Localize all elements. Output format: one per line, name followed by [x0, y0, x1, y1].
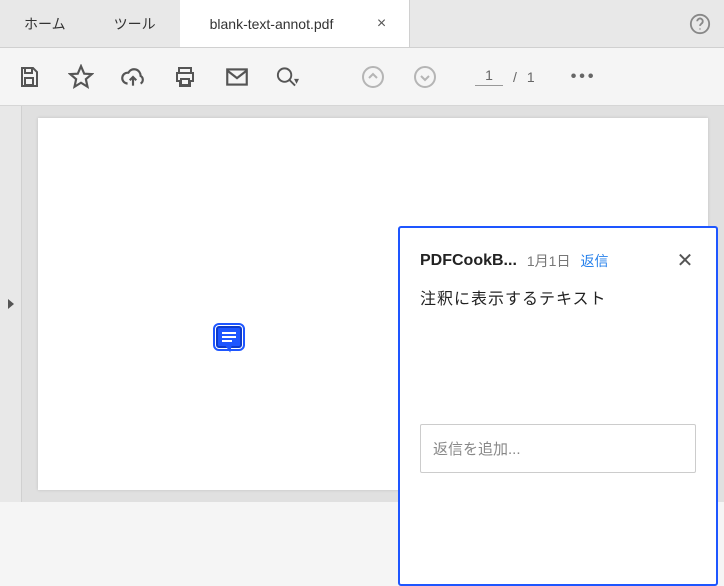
print-icon[interactable]: [171, 63, 199, 91]
annotation-text: 注釈に表示するテキスト: [420, 285, 696, 309]
annotation-close-icon[interactable]: ✕: [674, 248, 696, 273]
page-down-icon[interactable]: [411, 63, 439, 91]
sidebar-toggle[interactable]: [0, 106, 22, 502]
tab-file-label: blank-text-annot.pdf: [210, 16, 334, 32]
email-icon[interactable]: [223, 63, 251, 91]
tab-tools[interactable]: ツール: [90, 0, 180, 47]
annotation-author: PDFCookB...: [420, 252, 517, 270]
tab-home[interactable]: ホーム: [0, 0, 90, 47]
annotation-popup: PDFCookB... 1月1日 返信 ✕ 注釈に表示するテキスト 返信を追加.…: [398, 226, 718, 586]
annotation-reply-input[interactable]: 返信を追加...: [420, 424, 696, 473]
zoom-icon[interactable]: ▾: [275, 63, 303, 91]
more-icon[interactable]: •••: [571, 68, 597, 86]
page-total: 1: [527, 69, 535, 85]
save-icon[interactable]: [15, 63, 43, 91]
page-separator: /: [513, 69, 517, 85]
page-current-input[interactable]: 1: [475, 67, 503, 86]
page-up-icon[interactable]: [359, 63, 387, 91]
star-icon[interactable]: [67, 63, 95, 91]
tab-file[interactable]: blank-text-annot.pdf ×: [180, 0, 410, 47]
close-tab-icon[interactable]: ×: [373, 15, 391, 33]
help-icon[interactable]: [676, 0, 724, 47]
cloud-upload-icon[interactable]: [119, 63, 147, 91]
annotation-reply-link[interactable]: 返信: [580, 251, 608, 271]
comment-annotation-icon[interactable]: [216, 326, 242, 348]
page-indicator: 1 / 1: [475, 67, 535, 86]
annotation-date: 1月1日: [527, 251, 571, 271]
